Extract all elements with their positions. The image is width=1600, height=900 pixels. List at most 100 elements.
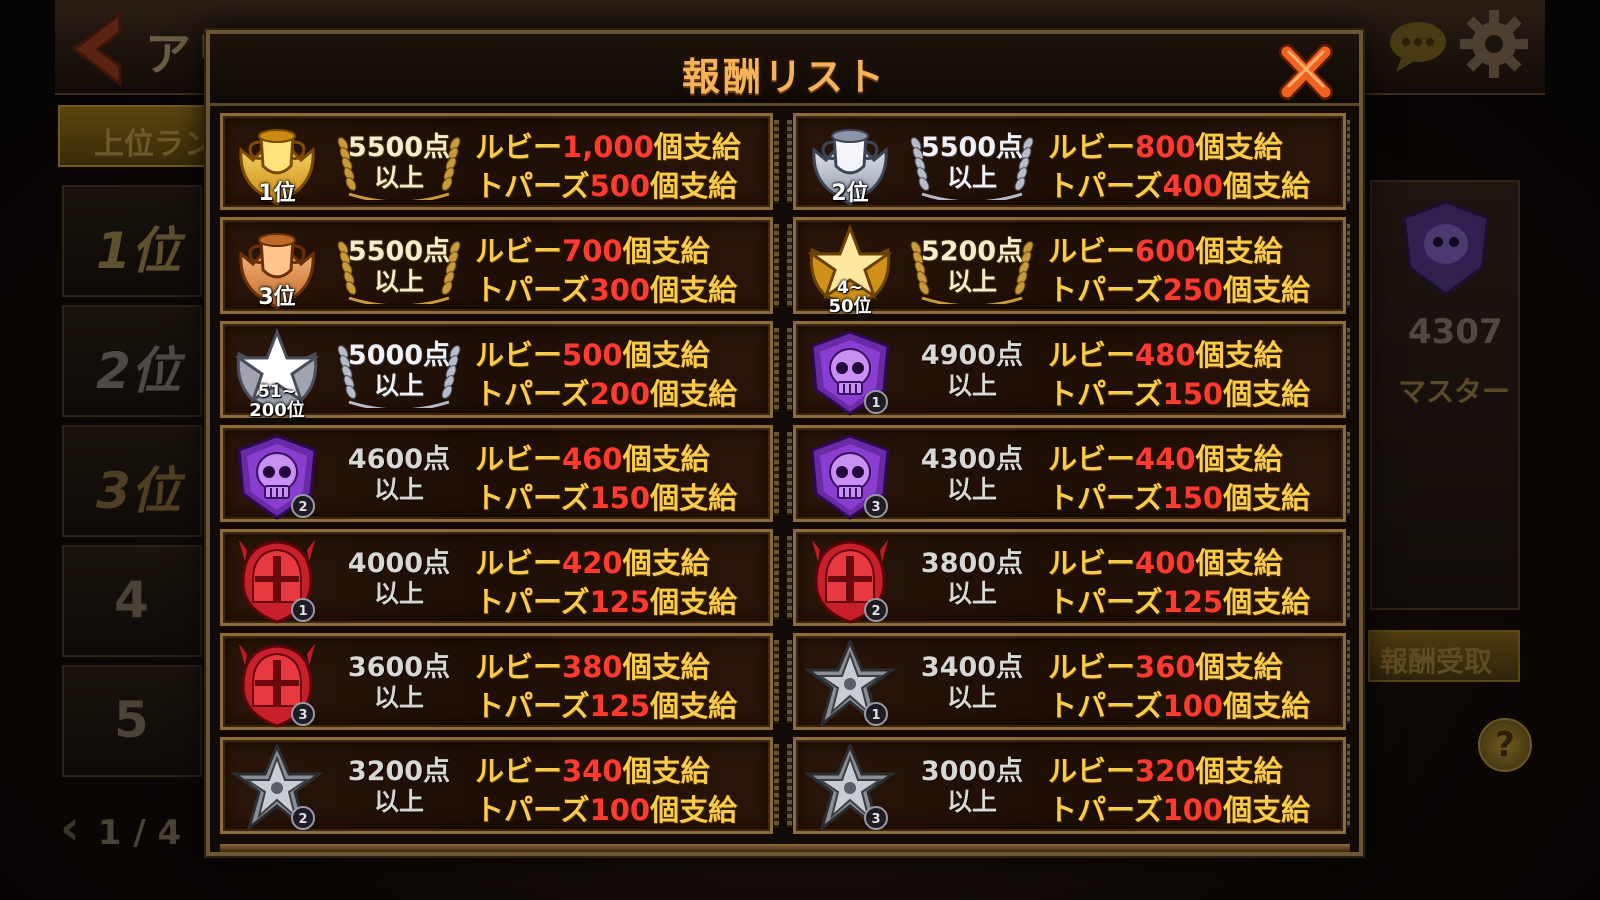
threshold-points: 5200点 [920,236,1024,267]
ruby-reward-line: ルビー1,000個支給 [475,128,741,167]
page-indicator: 1 / 4 [97,813,182,853]
svg-text:1: 1 [298,604,307,619]
ruby-reward-line: ルビー600個支給 [1048,232,1310,271]
topaz-unit: 個支給 [1223,169,1311,203]
reward-tier-card: 3位 5500点 以上 ルビー700個支給 トパーズ300個支給 [220,217,779,314]
threshold-points: 5000点 [347,340,451,371]
ruby-label: ルビー [475,130,563,164]
badge-rank-label: 3位 [258,285,296,310]
svg-text:3: 3 [298,708,307,723]
score-threshold: 5500点 以上 [908,132,1036,200]
topaz-amount: 300 [589,273,651,307]
reward-text: ルビー700個支給 トパーズ300個支給 [475,232,737,310]
gear-icon[interactable] [1458,8,1530,80]
prev-page-icon[interactable]: ‹ [60,800,80,856]
ruby-reward-line: ルビー440個支給 [1048,440,1310,479]
ruby-label: ルビー [475,754,563,788]
help-button[interactable]: ? [1478,718,1532,772]
topaz-amount: 150 [1162,377,1224,411]
claim-reward-button[interactable]: 報酬受取 [1368,630,1520,682]
reward-text: ルビー320個支給 トパーズ100個支給 [1048,752,1310,830]
ruby-reward-line: ルビー500個支給 [475,336,737,375]
score-threshold: 5500点 以上 [335,236,463,304]
topaz-unit: 個支給 [1223,585,1311,619]
ruby-amount: 480 [1135,338,1196,372]
topaz-label: トパーズ [1048,169,1163,203]
reward-text: ルビー400個支給 トパーズ125個支給 [1048,544,1310,622]
reward-tier-card: 2 3200点 以上 ルビー340個支給 トパーズ100個支給 [220,737,779,834]
reward-grid-scroll[interactable]: 1位 5500点 以上 ルビー1,000個支給 トパーズ500個支給 2位 55… [220,110,1350,850]
reward-list-modal: 報酬リスト 1位 5500点 以上 ルビー1,000個支給 トパーズ500個支給… [206,30,1363,856]
ruby-label: ルビー [1048,442,1136,476]
score-threshold: 3200点 以上 [335,756,463,824]
topaz-reward-line: トパーズ100個支給 [1048,791,1310,830]
badge-rank-label: 4~ [836,278,864,298]
chat-icon[interactable] [1388,18,1448,73]
ruby-label: ルビー [1048,234,1136,268]
ruby-amount: 700 [562,234,623,268]
topaz-unit: 個支給 [650,481,738,515]
ruby-unit: 個支給 [1195,546,1283,580]
threshold-suffix: 以上 [373,787,424,816]
svg-text:3: 3 [871,812,880,827]
svg-text:1: 1 [871,708,880,723]
topaz-reward-line: トパーズ150個支給 [1048,479,1310,518]
topaz-amount: 125 [589,689,651,723]
reward-tier-card: 51~ 200位 5000点 以上 ルビー500個支給 トパーズ200個支給 [220,321,779,420]
ruby-amount: 460 [562,442,623,476]
ruby-amount: 380 [562,650,623,684]
topaz-label: トパーズ [475,273,590,307]
topaz-label: トパーズ [475,793,590,827]
ruby-amount: 500 [562,338,623,372]
ruby-label: ルビー [475,650,563,684]
ruby-amount: 400 [1135,546,1196,580]
ruby-reward-line: ルビー340個支給 [475,752,737,791]
reward-tier-card: 3 3600点 以上 ルビー380個支給 トパーズ125個支給 [220,633,779,730]
ruby-reward-line: ルビー700個支給 [475,232,737,271]
topaz-label: トパーズ [1048,273,1163,307]
ruby-label: ルビー [475,338,563,372]
topaz-amount: 150 [1162,481,1224,515]
threshold-suffix: 以上 [946,163,997,192]
close-icon[interactable] [1275,42,1337,102]
rank-slot-5: 5 [62,665,202,777]
topaz-amount: 250 [1162,273,1224,307]
reward-tier-card: 1位 5500点 以上 ルビー1,000個支給 トパーズ500個支給 [220,113,779,210]
modal-title: 報酬リスト [681,55,887,99]
threshold-suffix: 以上 [946,267,997,296]
ruby-label: ルビー [1048,754,1136,788]
ruby-reward-line: ルビー320個支給 [1048,752,1310,791]
topaz-amount: 125 [1162,585,1224,619]
iron-cross-2-badge-icon: 2 [231,744,323,834]
rank-slot-3: 3位 [62,425,202,537]
ruby-label: ルビー [1048,130,1136,164]
ruby-amount: 360 [1135,650,1196,684]
svg-text:2: 2 [871,604,880,619]
threshold-suffix: 以上 [946,579,997,608]
current-rank-skull-icon [1402,200,1490,296]
topaz-amount: 500 [589,169,651,203]
reward-text: ルビー1,000個支給 トパーズ500個支給 [475,128,741,206]
topaz-unit: 個支給 [650,793,738,827]
ruby-unit: 個支給 [622,442,710,476]
reward-tier-card: 2 4600点 以上 ルビー460個支給 トパーズ150個支給 [220,425,779,522]
reward-tier-card: 2 3800点 以上 ルビー400個支給 トパーズ125個支給 [787,529,1350,626]
ruby-amount: 1,000 [562,130,654,164]
ruby-unit: 個支給 [622,754,710,788]
gold-star-badge-icon: 4~ 50位 [804,224,896,316]
ruby-unit: 個支給 [622,338,710,372]
ruby-amount: 800 [1135,130,1196,164]
back-arrow-icon[interactable] [68,10,126,88]
reward-tier-card: 3 4300点 以上 ルビー440個支給 トパーズ150個支給 [787,425,1350,522]
topaz-unit: 個支給 [1223,273,1311,307]
score-threshold: 3000点 以上 [908,756,1036,824]
ruby-label: ルビー [1048,650,1136,684]
topaz-label: トパーズ [1048,585,1163,619]
threshold-suffix: 以上 [373,163,424,192]
tab-top-ranking[interactable]: 上位ラン [58,105,228,167]
ruby-unit: 個支給 [1195,650,1283,684]
topaz-reward-line: トパーズ100個支給 [1048,687,1310,726]
ruby-label: ルビー [1048,546,1136,580]
topaz-unit: 個支給 [1223,793,1311,827]
topaz-amount: 100 [589,793,651,827]
